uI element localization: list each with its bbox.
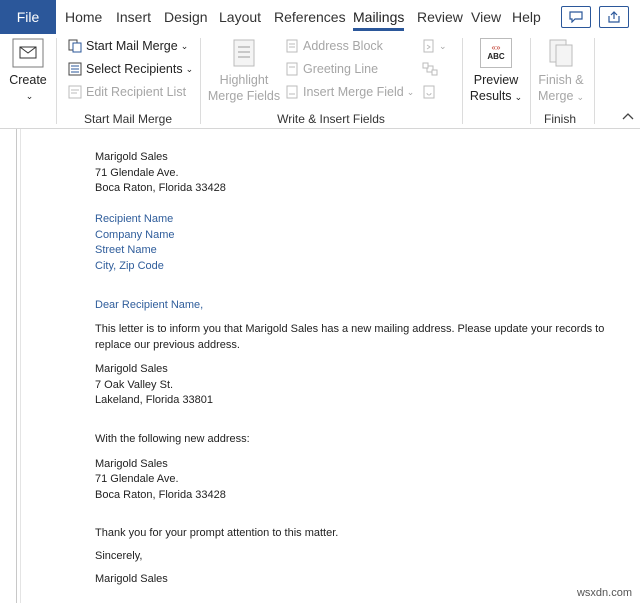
- address-block-icon: [286, 39, 298, 53]
- update-labels-button[interactable]: [422, 85, 436, 99]
- merge-field-street-name[interactable]: Street Name: [95, 244, 157, 256]
- sender-street: 71 Glendale Ave.: [95, 167, 179, 179]
- share-icon: [608, 11, 620, 23]
- thanks-line: Thank you for your prompt attention to t…: [95, 527, 339, 539]
- greeting-line[interactable]: Dear Recipient Name,: [95, 299, 203, 311]
- tab-layout[interactable]: Layout: [219, 0, 261, 34]
- start-mail-merge-label: Start Mail Merge: [86, 39, 178, 53]
- tab-view[interactable]: View: [471, 0, 501, 34]
- match-fields-icon: [422, 62, 438, 76]
- insert-field-icon: [286, 85, 298, 99]
- highlight-fields-icon: [233, 39, 255, 67]
- chevron-down-icon: ⌄: [185, 63, 194, 74]
- preview-label-1: Preview: [473, 73, 519, 87]
- chevron-up-icon: [622, 113, 634, 120]
- group-separator: [594, 38, 595, 124]
- select-recipients-label: Select Recipients: [86, 62, 183, 76]
- chevron-down-icon: ⌄: [576, 92, 584, 102]
- merge-field-recipient-name[interactable]: Recipient Name: [95, 213, 173, 225]
- old-address-city: Lakeland, Florida 33801: [95, 394, 214, 406]
- tab-review[interactable]: Review: [417, 0, 463, 34]
- chevron-down-icon: ⌄: [406, 86, 415, 97]
- greeting-line-button[interactable]: Greeting Line: [285, 62, 378, 76]
- old-address-name: Marigold Sales: [95, 363, 168, 375]
- body-text-line-1: This letter is to inform you that Marigo…: [95, 323, 605, 335]
- signature-line: Marigold Sales: [95, 573, 168, 585]
- tab-mailings[interactable]: Mailings: [353, 0, 405, 34]
- page-edge: [20, 129, 21, 603]
- create-button[interactable]: Create ⌄: [6, 38, 50, 104]
- greeting-line-label: Greeting Line: [303, 62, 379, 76]
- chevron-down-icon: ⌄: [514, 92, 523, 102]
- finish-label-2: Merge: [538, 89, 574, 103]
- tab-file[interactable]: File: [0, 0, 56, 34]
- edit-recipient-list-button[interactable]: Edit Recipient List: [68, 85, 186, 99]
- finish-label-1: Finish &: [538, 73, 584, 87]
- group-label-start-mail-merge: Start Mail Merge: [83, 112, 173, 126]
- highlight-label-2: Merge Fields: [207, 89, 281, 103]
- preview-abc-icon: «» ABC: [480, 38, 512, 68]
- merge-field-city-zip[interactable]: City, Zip Code: [95, 260, 164, 272]
- ribbon-tab-bar: File Home Insert Design Layout Reference…: [0, 0, 640, 34]
- create-label: Create: [9, 73, 47, 87]
- ribbon-mailings: Create ⌄ Start Mail Merge ⌄ Select Recipi…: [0, 34, 640, 129]
- new-address-city: Boca Raton, Florida 33428: [95, 489, 226, 501]
- rules-icon: [423, 39, 434, 53]
- document-merge-icon: [68, 39, 82, 53]
- old-address-street: 7 Oak Valley St.: [95, 379, 174, 391]
- group-separator: [462, 38, 463, 124]
- comments-button[interactable]: [561, 6, 591, 28]
- update-labels-icon: [423, 85, 435, 99]
- tab-help[interactable]: Help: [512, 0, 541, 34]
- body-text-line-2: replace our previous address.: [95, 339, 240, 351]
- page-edge: [16, 129, 17, 603]
- new-address-intro: With the following new address:: [95, 433, 250, 445]
- highlight-label-1: Highlight: [219, 73, 269, 87]
- chevron-down-icon: ⌄: [180, 40, 189, 51]
- sender-name: Marigold Sales: [95, 151, 168, 163]
- rules-button[interactable]: ⌄: [422, 39, 447, 53]
- collapse-ribbon-button[interactable]: [622, 112, 634, 120]
- highlight-merge-fields-button[interactable]: Highlight Merge Fields: [206, 38, 282, 104]
- insert-merge-field-button[interactable]: Insert Merge Field ⌄: [285, 85, 414, 99]
- insert-merge-field-label: Insert Merge Field: [303, 85, 404, 99]
- address-block-button[interactable]: Address Block: [285, 39, 383, 53]
- select-recipients-button[interactable]: Select Recipients ⌄: [68, 62, 193, 76]
- preview-label-2: Results: [469, 89, 512, 103]
- preview-abc-text: ABC: [487, 52, 505, 61]
- start-mail-merge-button[interactable]: Start Mail Merge ⌄: [68, 39, 188, 53]
- chevron-down-icon: ⌄: [439, 40, 447, 51]
- match-fields-button[interactable]: [422, 62, 438, 76]
- edit-recipient-list-label: Edit Recipient List: [86, 85, 187, 99]
- tab-home[interactable]: Home: [65, 0, 102, 34]
- sender-city: Boca Raton, Florida 33428: [95, 182, 226, 194]
- tab-insert[interactable]: Insert: [116, 0, 151, 34]
- tab-references[interactable]: References: [274, 0, 346, 34]
- group-label-finish: Finish: [543, 112, 576, 126]
- preview-results-button[interactable]: «» ABC Preview Results ⌄: [468, 38, 524, 105]
- share-button[interactable]: [599, 6, 629, 28]
- new-address-street: 71 Glendale Ave.: [95, 473, 179, 485]
- comment-icon: [569, 11, 583, 23]
- watermark: wsxdn.com: [576, 587, 632, 599]
- greeting-line-icon: [286, 62, 298, 76]
- new-address-name: Marigold Sales: [95, 458, 168, 470]
- chevron-down-icon: ⌄: [25, 91, 34, 101]
- finish-merge-icon: [549, 39, 573, 67]
- group-label-write-insert: Write & Insert Fields: [277, 112, 385, 126]
- envelope-icon: [12, 38, 44, 68]
- finish-merge-button[interactable]: Finish & Merge ⌄: [534, 38, 588, 105]
- merge-field-company-name[interactable]: Company Name: [95, 229, 174, 241]
- recipients-list-icon: [68, 62, 82, 76]
- edit-list-icon: [68, 85, 82, 99]
- address-block-label: Address Block: [303, 39, 383, 53]
- closing-line: Sincerely,: [95, 550, 143, 562]
- tab-design[interactable]: Design: [164, 0, 208, 34]
